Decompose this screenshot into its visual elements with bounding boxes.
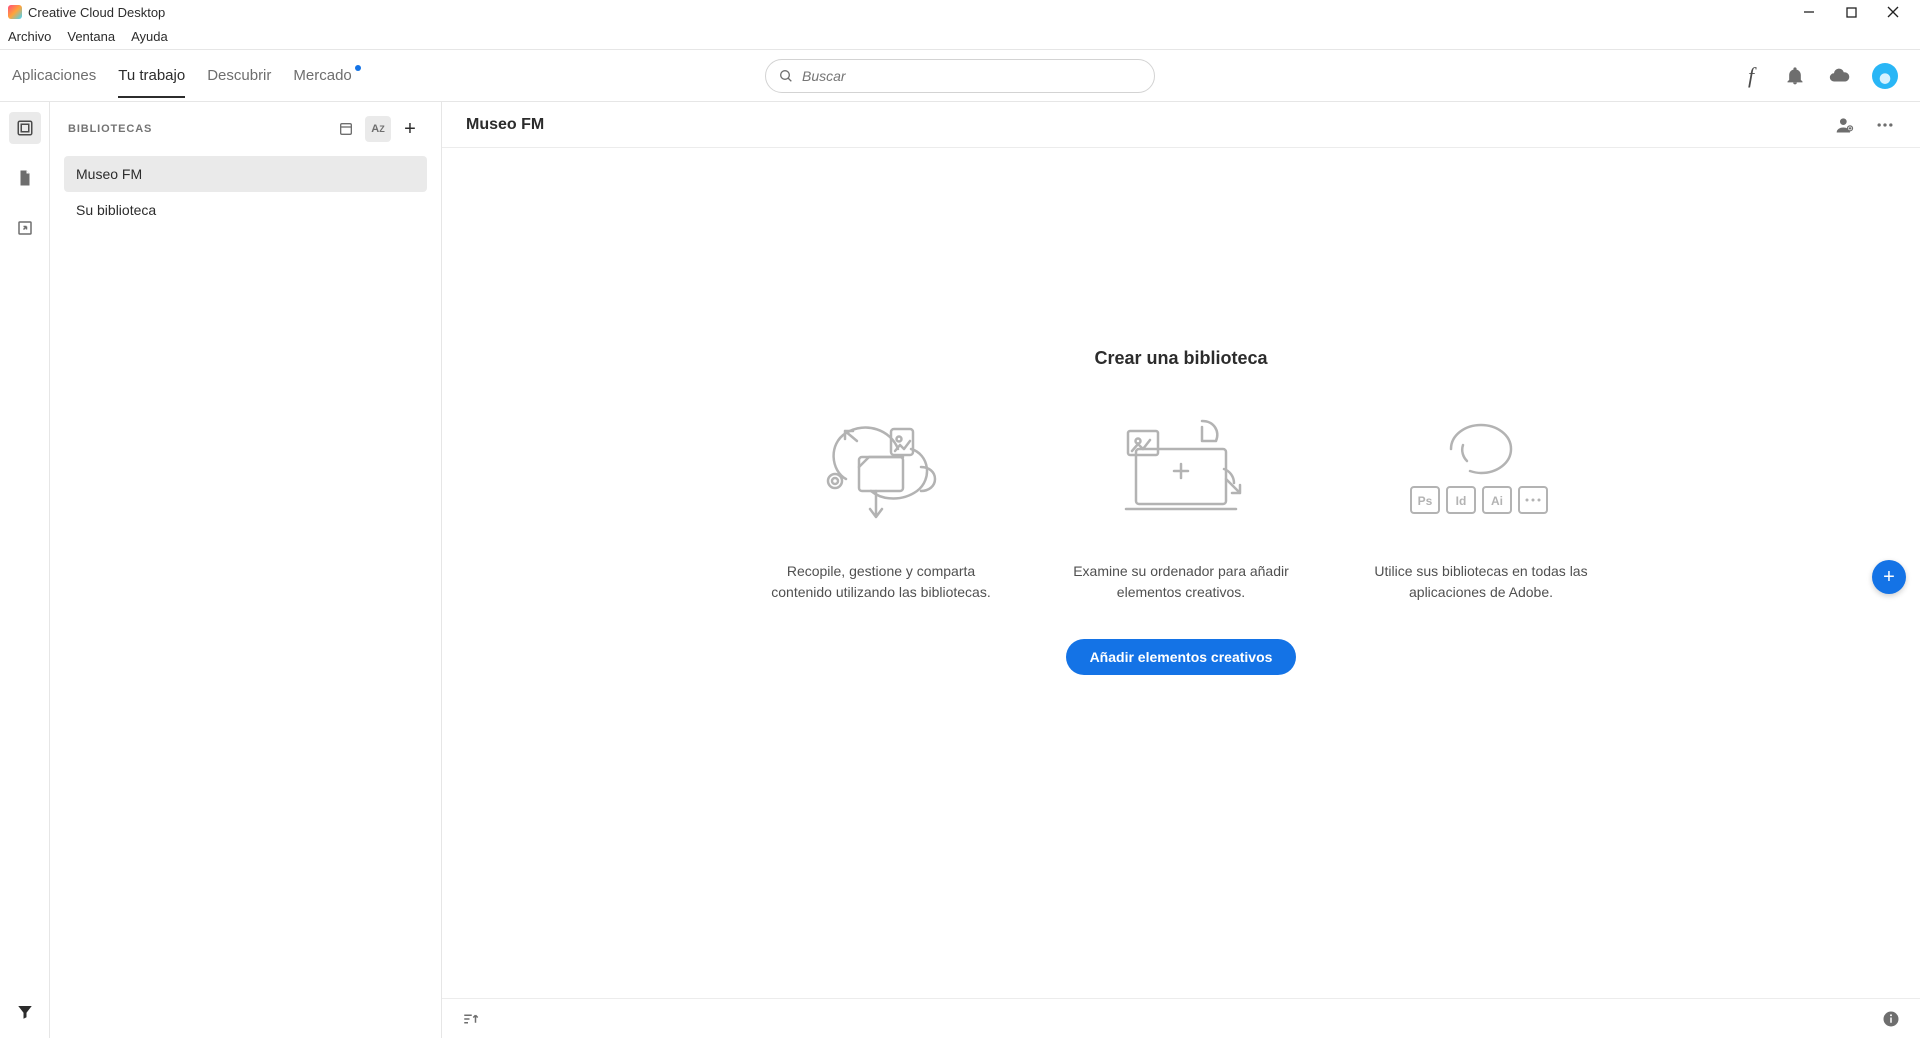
more-options-icon[interactable] xyxy=(1874,114,1896,136)
add-elements-button[interactable]: Añadir elementos creativos xyxy=(1066,639,1297,675)
fonts-icon[interactable]: f xyxy=(1740,65,1762,87)
rail-files-icon[interactable] xyxy=(9,162,41,194)
tab-descubrir[interactable]: Descubrir xyxy=(207,53,271,98)
empty-state-title: Crear una biblioteca xyxy=(1094,348,1267,369)
account-avatar[interactable] xyxy=(1872,63,1898,89)
tab-mercado-label: Mercado xyxy=(293,67,351,84)
search-input[interactable] xyxy=(802,68,1142,84)
cloud-sync-icon[interactable] xyxy=(1828,65,1850,87)
invite-icon[interactable] xyxy=(1834,114,1856,136)
onboard-caption-2: Examine su ordenador para añadir element… xyxy=(1066,561,1296,603)
top-nav: Aplicaciones Tu trabajo Descubrir Mercad… xyxy=(0,50,1920,102)
onboard-caption-1: Recopile, gestione y comparta contenido … xyxy=(766,561,996,603)
window-maximize-button[interactable] xyxy=(1842,3,1860,21)
menu-ventana[interactable]: Ventana xyxy=(67,29,115,44)
onboard-caption-3: Utilice sus bibliotecas en todas las apl… xyxy=(1366,561,1596,603)
floating-add-button[interactable]: + xyxy=(1872,560,1906,594)
library-item-su-biblioteca[interactable]: Su biblioteca xyxy=(64,192,427,228)
window-minimize-button[interactable] xyxy=(1800,3,1818,21)
svg-text:Ps: Ps xyxy=(1418,494,1433,508)
rail-filter-icon[interactable] xyxy=(9,996,41,1028)
left-rail xyxy=(0,102,50,1038)
search-box[interactable] xyxy=(765,59,1155,93)
app-logo-icon xyxy=(8,5,22,19)
library-item-museo-fm[interactable]: Museo FM xyxy=(64,156,427,192)
new-library-button[interactable]: + xyxy=(397,116,423,142)
tab-aplicaciones[interactable]: Aplicaciones xyxy=(12,53,96,98)
menu-bar: Archivo Ventana Ayuda xyxy=(0,24,1920,50)
svg-text:Ai: Ai xyxy=(1491,494,1503,508)
menu-archivo[interactable]: Archivo xyxy=(8,29,51,44)
sidebar-heading: BIBLIOTECAS xyxy=(68,123,152,135)
search-icon xyxy=(778,68,794,84)
apps-illustration-icon: Ps Id Ai xyxy=(1396,409,1566,529)
notifications-icon[interactable] xyxy=(1784,65,1806,87)
notification-dot-icon xyxy=(355,65,361,71)
sort-recent-icon[interactable] xyxy=(333,116,359,142)
tab-mercado[interactable]: Mercado xyxy=(293,53,360,98)
libraries-sidebar: BIBLIOTECAS AZ + Museo FM Su biblioteca xyxy=(50,102,442,1038)
onboard-card-browse: Examine su ordenador para añadir element… xyxy=(1066,409,1296,603)
window-titlebar: Creative Cloud Desktop xyxy=(0,0,1920,24)
main-content: Museo FM Crear una biblioteca xyxy=(442,102,1920,1038)
collect-illustration-icon xyxy=(811,409,951,529)
window-title: Creative Cloud Desktop xyxy=(28,5,165,20)
sort-alpha-icon[interactable]: AZ xyxy=(365,116,391,142)
tab-tu-trabajo[interactable]: Tu trabajo xyxy=(118,53,185,98)
rail-shared-icon[interactable] xyxy=(9,212,41,244)
library-title: Museo FM xyxy=(466,116,544,134)
onboard-card-collect: Recopile, gestione y comparta contenido … xyxy=(766,409,996,603)
browse-illustration-icon xyxy=(1106,409,1256,529)
rail-libraries-icon[interactable] xyxy=(9,112,41,144)
menu-ayuda[interactable]: Ayuda xyxy=(131,29,168,44)
info-icon[interactable] xyxy=(1880,1008,1902,1030)
onboard-card-apps: Ps Id Ai Utilice sus bibliotecas en toda… xyxy=(1366,409,1596,603)
view-sort-icon[interactable] xyxy=(460,1008,482,1030)
svg-text:Id: Id xyxy=(1456,494,1467,508)
window-close-button[interactable] xyxy=(1884,3,1902,21)
